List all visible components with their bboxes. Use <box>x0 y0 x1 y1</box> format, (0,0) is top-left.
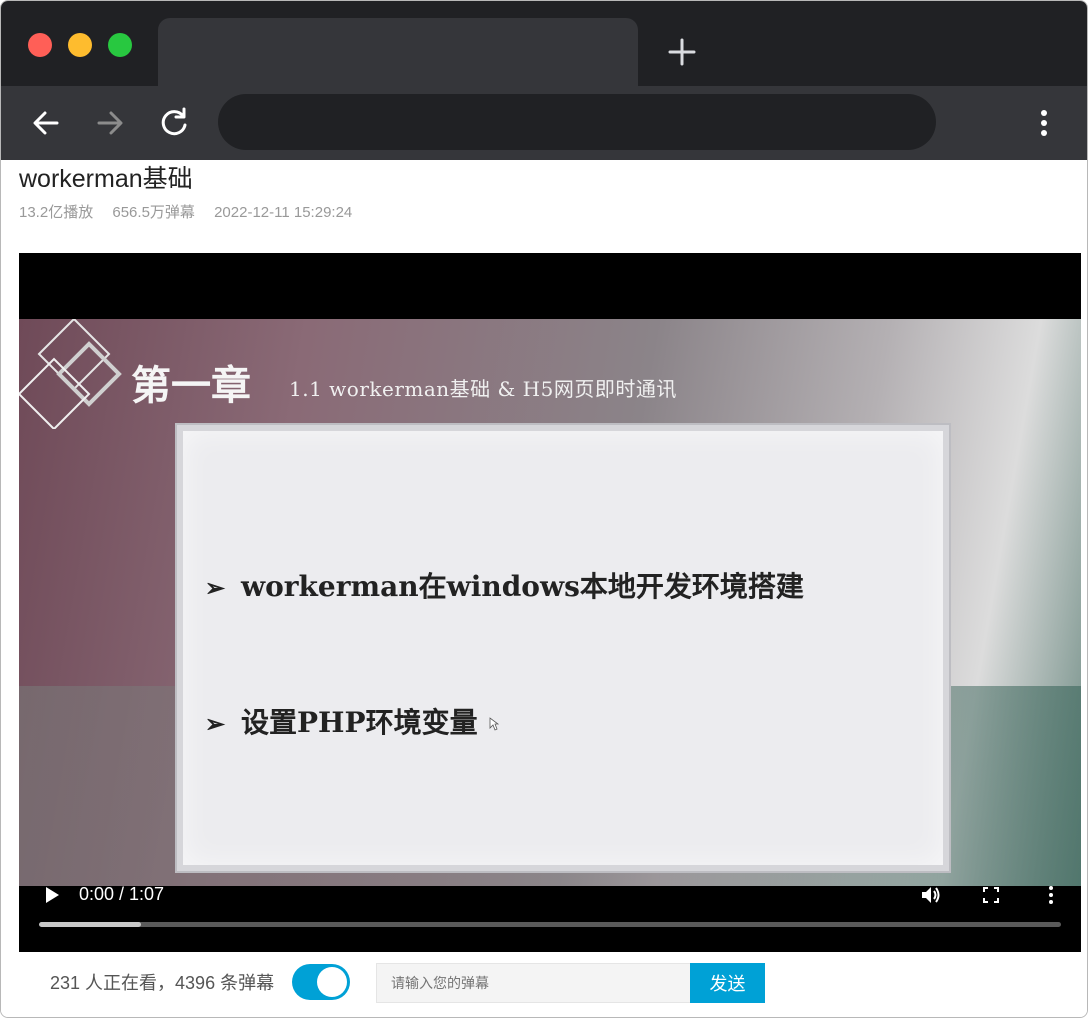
bullet-arrow-icon: ➢ <box>205 709 226 738</box>
send-button[interactable]: 发送 <box>690 963 765 1003</box>
reload-icon[interactable] <box>155 104 193 142</box>
close-window-button[interactable] <box>28 33 52 57</box>
danmaku-count: 656.5万弹幕 <box>112 204 195 221</box>
video-player[interactable]: 第一章 1.1 workerman基础 & H5网页即时通讯 ➢ workerma… <box>19 253 1081 952</box>
danmaku-toggle[interactable] <box>292 964 350 1000</box>
video-frame: 第一章 1.1 workerman基础 & H5网页即时通讯 ➢ workerma… <box>19 319 1081 886</box>
forward-arrow-icon[interactable] <box>91 104 129 142</box>
play-count: 13.2亿播放 <box>19 204 94 221</box>
slide-bullet: ➢ workerman在windows本地开发环境搭建 <box>205 570 804 603</box>
publish-date: 2022-12-11 15:29:24 <box>214 204 353 221</box>
mouse-cursor-icon <box>489 717 499 731</box>
slide-subtitle: 1.1 workerman基础 & H5网页即时通讯 <box>289 377 677 401</box>
slide-chapter: 第一章 <box>131 362 251 409</box>
video-title: workerman基础 <box>19 165 193 193</box>
more-vertical-icon[interactable] <box>1039 883 1063 907</box>
video-meta: 13.2亿播放 656.5万弹幕 2022-12-11 15:29:24 <box>19 204 367 222</box>
danmaku-input[interactable] <box>376 963 690 1003</box>
volume-icon[interactable] <box>919 883 943 907</box>
kebab-menu-icon[interactable] <box>1025 104 1063 142</box>
time-display: 0:00 / 1:07 <box>79 884 165 904</box>
new-tab-icon[interactable] <box>665 35 699 69</box>
page-content: workerman基础 13.2亿播放 656.5万弹幕 2022-12-11 … <box>1 160 1087 1017</box>
browser-window: workerman基础 13.2亿播放 656.5万弹幕 2022-12-11 … <box>0 0 1088 1018</box>
player-controls: 0:00 / 1:07 <box>19 873 1081 952</box>
browser-toolbar <box>1 86 1087 160</box>
play-icon[interactable] <box>39 883 63 907</box>
active-tab[interactable] <box>158 18 638 86</box>
toggle-knob <box>317 967 347 997</box>
fullscreen-icon[interactable] <box>979 883 1003 907</box>
minimize-window-button[interactable] <box>68 33 92 57</box>
slide-bullet: ➢ 设置PHP环境变量 <box>205 706 478 739</box>
maximize-window-button[interactable] <box>108 33 132 57</box>
tab-strip <box>1 1 1087 86</box>
bullet-arrow-icon: ➢ <box>205 573 226 602</box>
danmaku-bar: 231 人正在看，4396 条弹幕 发送 <box>19 952 1081 1014</box>
back-arrow-icon[interactable] <box>27 104 65 142</box>
diamond-logo-icon <box>19 319 122 429</box>
progress-bar[interactable] <box>39 922 1061 927</box>
viewer-status: 231 人正在看，4396 条弹幕 <box>50 973 275 993</box>
slide-panel: ➢ workerman在windows本地开发环境搭建 ➢ 设置PHP环境变量 <box>177 425 949 871</box>
address-bar[interactable] <box>218 94 936 150</box>
progress-fill <box>39 922 142 927</box>
